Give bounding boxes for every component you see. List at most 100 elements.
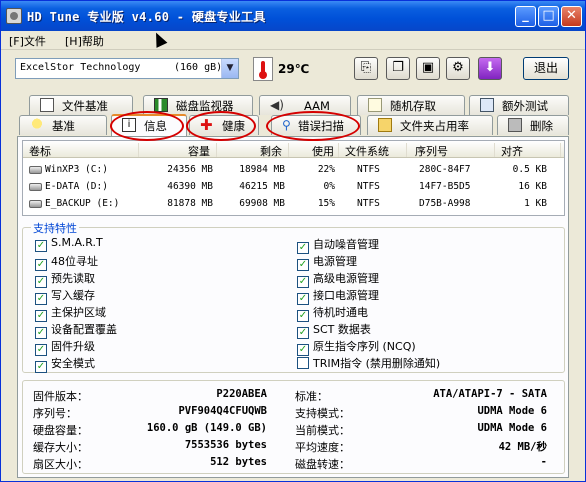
volume-table: 卷标 容量 剩余 使用 文件系统 序列号 对齐 WinXP3 (C:) 2435…	[22, 140, 565, 216]
feature-checkbox[interactable]: ✓ 安全模式	[35, 355, 95, 373]
column-header-serial[interactable]: 序列号	[415, 143, 495, 158]
volume-used: 15%	[317, 198, 335, 209]
tab-file-benchmark[interactable]: 文件基准	[29, 95, 133, 115]
checkbox-icon: ✓	[35, 361, 47, 373]
options-button[interactable]: ⚙	[446, 57, 470, 80]
capacity-label: 硬盘容量：	[33, 424, 88, 437]
volume-label: WinXP3 (C:)	[45, 164, 108, 175]
feature-label: TRIM指令 (禁用删除通知)	[313, 357, 441, 370]
minimize-icon: _	[522, 8, 529, 23]
volume-capacity: 81878 MB	[167, 198, 213, 209]
volume-filesystem: NTFS	[357, 164, 380, 175]
save-button[interactable]: ▣	[416, 57, 440, 80]
volume-alignment: 16 KB	[518, 181, 547, 192]
sector-label: 扇区大小：	[33, 458, 88, 471]
supported-mode-value: UDMA Mode 6	[477, 405, 547, 417]
feature-label: 高级电源管理	[313, 272, 379, 285]
feature-label: 主保护区域	[51, 306, 106, 319]
column-header-capacity[interactable]: 容量	[143, 143, 217, 158]
feature-label: 安全模式	[51, 357, 95, 370]
table-row[interactable]: E-DATA (D:) 46390 MB 46215 MB 0% NTFS 14…	[23, 179, 564, 195]
feature-checkbox[interactable]: ✓ 设备配置覆盖	[35, 321, 117, 339]
minimize-button[interactable]: _	[515, 6, 536, 27]
feature-label: 原生指令序列 (NCQ)	[313, 340, 416, 353]
feature-checkbox[interactable]: ✓ 高级电源管理	[297, 270, 379, 288]
feature-checkbox[interactable]: ✓ 原生指令序列 (NCQ)	[297, 338, 416, 356]
feature-checkbox[interactable]: ✓ 待机时通电	[297, 304, 368, 322]
random-access-icon	[368, 98, 382, 112]
tab-label: 错误扫描	[298, 119, 344, 133]
rotation-speed-label: 磁盘转速：	[295, 458, 350, 471]
feature-checkbox[interactable]: ✓ SCT 数据表	[297, 321, 371, 339]
menu-help[interactable]: [H]帮助	[65, 33, 104, 49]
average-speed-value: 42 MB/秒	[498, 441, 547, 453]
volume-label: E_BACKUP (E:)	[45, 198, 120, 209]
column-header-label[interactable]: 卷标	[29, 143, 139, 158]
close-button[interactable]: ✕	[561, 6, 582, 27]
tab-label: 信息	[144, 119, 167, 133]
volume-used: 22%	[317, 164, 335, 175]
drive-select[interactable]: ExcelStor Technology (160 gB) ▼	[15, 58, 239, 79]
tab-label: 健康	[222, 119, 245, 133]
current-mode-label: 当前模式：	[295, 424, 350, 437]
volume-free: 46215 MB	[239, 181, 285, 192]
column-header-filesystem[interactable]: 文件系统	[345, 143, 407, 158]
tab-health[interactable]: ✚ 健康	[189, 115, 259, 135]
volume-serial: D75B-A998	[419, 198, 471, 209]
feature-label: 预先读取	[51, 272, 95, 285]
feature-checkbox[interactable]: ✓ 预先读取	[35, 270, 95, 288]
tab-benchmark[interactable]: 基准	[19, 115, 107, 135]
document-icon	[40, 98, 54, 112]
feature-checkbox[interactable]: ✓ 48位寻址	[35, 253, 98, 271]
download-button[interactable]: ⬇	[478, 57, 502, 80]
volume-free: 18984 MB	[239, 164, 285, 175]
tab-label: 基准	[52, 119, 75, 133]
tab-extra-tests[interactable]: 额外测试	[469, 95, 569, 115]
tab-aam[interactable]: ◀) AAM	[259, 95, 351, 115]
column-header-alignment[interactable]: 对齐	[501, 143, 561, 158]
copy-icon: ⎘	[360, 60, 372, 75]
tab-label: 磁盘监视器	[176, 99, 234, 113]
temperature-readout: 29℃	[278, 62, 310, 76]
copy-alt-icon: ❐	[392, 60, 404, 75]
maximize-icon: □	[542, 8, 555, 23]
window-title: HD Tune 专业版 v4.60 - 硬盘专业工具	[27, 10, 266, 24]
column-header-free[interactable]: 剩余	[221, 143, 289, 158]
menu-file[interactable]: [F]文件	[9, 33, 46, 49]
drive-icon	[29, 183, 42, 191]
copy-all-button[interactable]: ❐	[386, 57, 410, 80]
tab-label: 随机存取	[390, 99, 436, 113]
feature-checkbox[interactable]: ✓ 接口电源管理	[297, 287, 379, 305]
exit-button[interactable]: 退出	[523, 57, 569, 80]
copy-button[interactable]: ⎘	[354, 57, 378, 80]
feature-checkbox[interactable]: ✓ 主保护区域	[35, 304, 106, 322]
options-icon: ⚙	[452, 60, 464, 75]
current-mode-value: UDMA Mode 6	[477, 422, 547, 434]
table-row[interactable]: E_BACKUP (E:) 81878 MB 69908 MB 15% NTFS…	[23, 196, 564, 212]
feature-checkbox[interactable]: ✓ 电源管理	[297, 253, 357, 271]
tab-folder-usage[interactable]: 文件夹占用率	[367, 115, 493, 135]
drive-icon	[29, 200, 42, 208]
hdtune-app-icon[interactable]	[6, 8, 22, 24]
feature-checkbox[interactable]: ✓ 写入缓存	[35, 287, 95, 305]
feature-label: 接口电源管理	[313, 289, 379, 302]
feature-checkbox[interactable]: ✓ S.M.A.R.T	[35, 236, 103, 252]
table-row[interactable]: WinXP3 (C:) 24356 MB 18984 MB 22% NTFS 2…	[23, 162, 564, 178]
volume-free: 69908 MB	[239, 198, 285, 209]
tab-error-scan[interactable]: ⚲ 错误扫描	[271, 115, 361, 135]
feature-checkbox[interactable]: TRIM指令 (禁用删除通知)	[297, 355, 440, 371]
serial-value: PVF904Q4CFUQWB	[178, 405, 267, 417]
tab-erase[interactable]: 删除	[497, 115, 569, 135]
tab-random-access[interactable]: 随机存取	[357, 95, 465, 115]
tab-info[interactable]: i 信息	[111, 114, 187, 136]
volume-filesystem: NTFS	[357, 181, 380, 192]
title-bar[interactable]: HD Tune 专业版 v4.60 - 硬盘专业工具 _ □ ✕	[1, 1, 585, 31]
feature-checkbox[interactable]: ✓ 固件升级	[35, 338, 95, 356]
maximize-button[interactable]: □	[538, 6, 559, 27]
feature-checkbox[interactable]: ✓ 自动噪音管理	[297, 236, 379, 254]
rotation-speed-value: -	[540, 456, 547, 468]
chevron-down-icon[interactable]: ▼	[221, 59, 238, 78]
column-header-used[interactable]: 使用	[293, 143, 339, 158]
capacity-value: 160.0 gB (149.0 GB)	[146, 422, 267, 434]
tab-disk-monitor[interactable]: 磁盘监视器	[143, 95, 253, 115]
